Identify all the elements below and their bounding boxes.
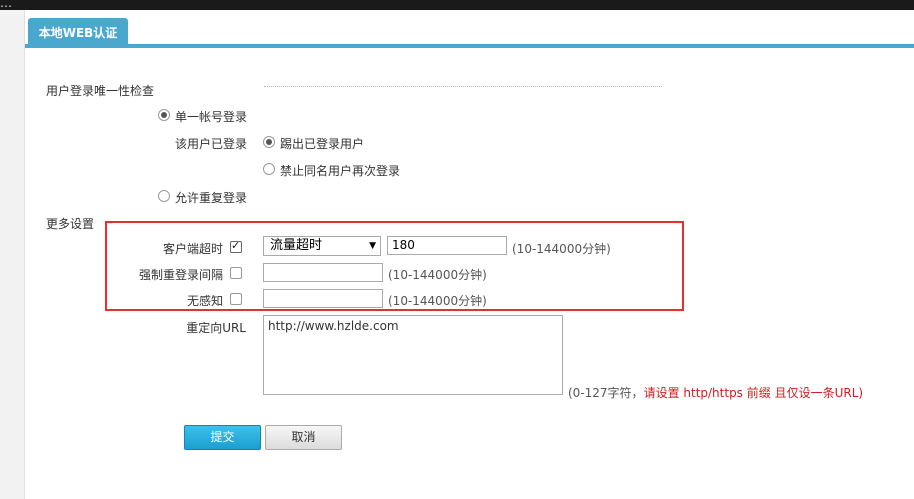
already-logged-label: 该用户已登录 xyxy=(174,137,247,151)
cancel-button[interactable]: 取消 xyxy=(265,425,342,450)
client-timeout-label: 客户端超时 xyxy=(162,242,223,256)
left-panel-edge xyxy=(0,10,25,499)
section-title-more-settings: 更多设置 xyxy=(46,217,95,231)
redirect-hint-warning: 请设置 http/https 前缀 且仅设一条URL) xyxy=(643,386,864,400)
tab-bar: 本地WEB认证 xyxy=(25,10,914,48)
radio-forbid-relogin-label: 禁止同名用户再次登录 xyxy=(280,164,401,178)
radio-allow-repeat-label: 允许重复登录 xyxy=(175,191,248,205)
tab-underline xyxy=(25,44,914,48)
top-bar: … xyxy=(0,0,914,10)
seamless-range-hint: (10-144000分钟) xyxy=(388,294,487,308)
radio-forbid-relogin[interactable] xyxy=(263,163,275,175)
seamless-label: 无感知 xyxy=(186,294,223,308)
redirect-url-hint: (0-127字符，请设置 http/https 前缀 且仅设一条URL) xyxy=(568,384,863,401)
force-relogin-label: 强制重登录间隔 xyxy=(138,268,223,282)
chevron-down-icon: ▼ xyxy=(369,241,376,251)
timeout-range-hint: (10-144000分钟) xyxy=(512,242,611,256)
timeout-value-input[interactable]: 180 xyxy=(387,236,507,255)
seamless-input[interactable] xyxy=(263,289,383,308)
redirect-hint-prefix: (0-127字符， xyxy=(568,386,644,400)
top-bar-glyph: … xyxy=(0,0,12,10)
seamless-checkbox[interactable] xyxy=(230,293,242,305)
radio-kick-user[interactable] xyxy=(263,136,275,148)
section-title-login-check: 用户登录唯一性检查 xyxy=(46,84,155,98)
section-divider xyxy=(264,86,662,87)
timeout-type-select[interactable]: 流量超时 ▼ xyxy=(263,236,381,256)
client-timeout-checkbox[interactable] xyxy=(230,239,242,253)
force-relogin-checkbox[interactable] xyxy=(230,267,242,279)
timeout-type-selected: 流量超时 xyxy=(270,238,323,253)
radio-single-account-label: 单一帐号登录 xyxy=(175,110,248,124)
force-relogin-range-hint: (10-144000分钟) xyxy=(388,268,487,282)
redirect-url-label: 重定向URL xyxy=(186,321,246,335)
main-content: 本地WEB认证 用户登录唯一性检查 单一帐号登录 该用户已登录 踢出已登录用户 … xyxy=(25,10,914,499)
radio-allow-repeat[interactable] xyxy=(158,190,170,202)
force-relogin-input[interactable] xyxy=(263,263,383,282)
submit-button[interactable]: 提交 xyxy=(184,425,261,450)
radio-kick-user-label: 踢出已登录用户 xyxy=(280,137,365,151)
radio-single-account[interactable] xyxy=(158,109,170,121)
redirect-url-textarea[interactable]: http://www.hzlde.com xyxy=(263,315,563,395)
